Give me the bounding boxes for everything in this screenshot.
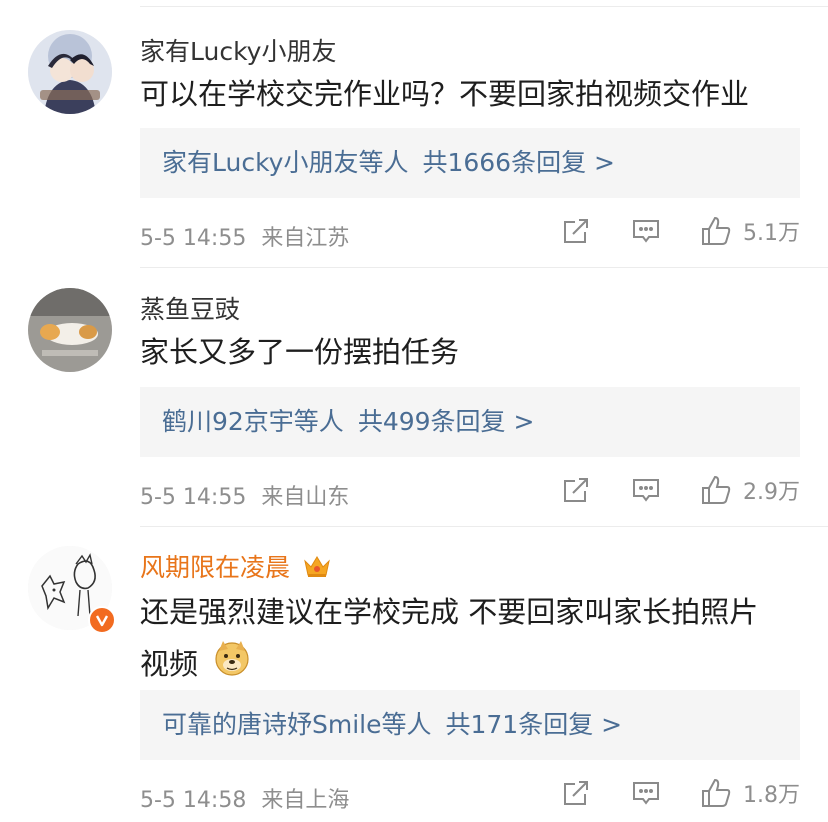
like-count: 1.8万: [743, 783, 800, 808]
share-icon[interactable]: [559, 473, 593, 507]
doge-emoji-icon: [213, 639, 251, 693]
comment-icon[interactable]: [629, 473, 663, 507]
timestamp: 5-5 14:58: [140, 788, 247, 813]
top-divider: [140, 6, 828, 7]
comment-icon[interactable]: [629, 776, 663, 810]
comment-meta: 5-5 14:58 来自上海: [140, 782, 349, 814]
comment-divider: [140, 267, 828, 268]
username[interactable]: 蒸鱼豆豉: [140, 290, 240, 326]
comment-actions: 1.8万: [559, 776, 800, 810]
reply-summary[interactable]: 鹤川92京宇等人 共499条回复 >: [140, 387, 800, 457]
location: 来自江苏: [261, 226, 350, 251]
comment-icon[interactable]: [629, 214, 663, 248]
comment-actions: 5.1万: [559, 214, 800, 248]
comment-text-line2: 视频: [140, 647, 199, 681]
crown-icon: [302, 553, 332, 585]
location: 来自山东: [261, 485, 350, 510]
comment-actions: 2.9万: [559, 473, 800, 507]
reply-count: 共171条回复 >: [445, 710, 623, 739]
like-icon[interactable]: [699, 473, 733, 507]
timestamp: 5-5 14:55: [140, 226, 247, 251]
comment-text-line: 还是强烈建议在学校完成 不要回家叫家长拍照片: [140, 595, 759, 629]
timestamp: 5-5 14:55: [140, 485, 247, 510]
reply-summary[interactable]: 家有Lucky小朋友等人 共1666条回复 >: [140, 128, 800, 198]
comment-meta: 5-5 14:55 来自山东: [140, 479, 349, 511]
username[interactable]: 家有Lucky小朋友: [140, 32, 336, 68]
reply-summary[interactable]: 可靠的唐诗妤Smile等人 共171条回复 >: [140, 690, 800, 760]
avatar[interactable]: [28, 30, 112, 114]
verified-badge: [88, 606, 116, 634]
reply-names: 家有Lucky小朋友等人: [162, 148, 409, 177]
like-count: 2.9万: [743, 480, 800, 505]
like-icon[interactable]: [699, 214, 733, 248]
avatar[interactable]: [28, 288, 112, 372]
comment-text: 可以在学校交完作业吗？不要回家拍视频交作业: [140, 77, 750, 111]
share-icon[interactable]: [559, 214, 593, 248]
comment-text: 家长又多了一份摆拍任务: [140, 335, 460, 369]
comment-text-line: 视频: [140, 638, 802, 693]
comment-text: 还是强烈建议在学校完成 不要回家叫家长拍照片 视频: [140, 586, 802, 693]
comment-meta: 5-5 14:55 来自江苏: [140, 220, 349, 252]
comment-divider: [140, 526, 828, 527]
like-icon[interactable]: [699, 776, 733, 810]
reply-names: 可靠的唐诗妤Smile等人: [162, 710, 432, 739]
reply-names: 鹤川92京宇等人: [162, 407, 344, 436]
location: 来自上海: [261, 788, 350, 813]
share-icon[interactable]: [559, 776, 593, 810]
reply-count: 共499条回复 >: [357, 407, 535, 436]
reply-count: 共1666条回复 >: [422, 148, 615, 177]
username[interactable]: 风期限在凌晨: [140, 548, 332, 585]
username-text: 风期限在凌晨: [140, 553, 291, 582]
like-count: 5.1万: [743, 221, 800, 246]
